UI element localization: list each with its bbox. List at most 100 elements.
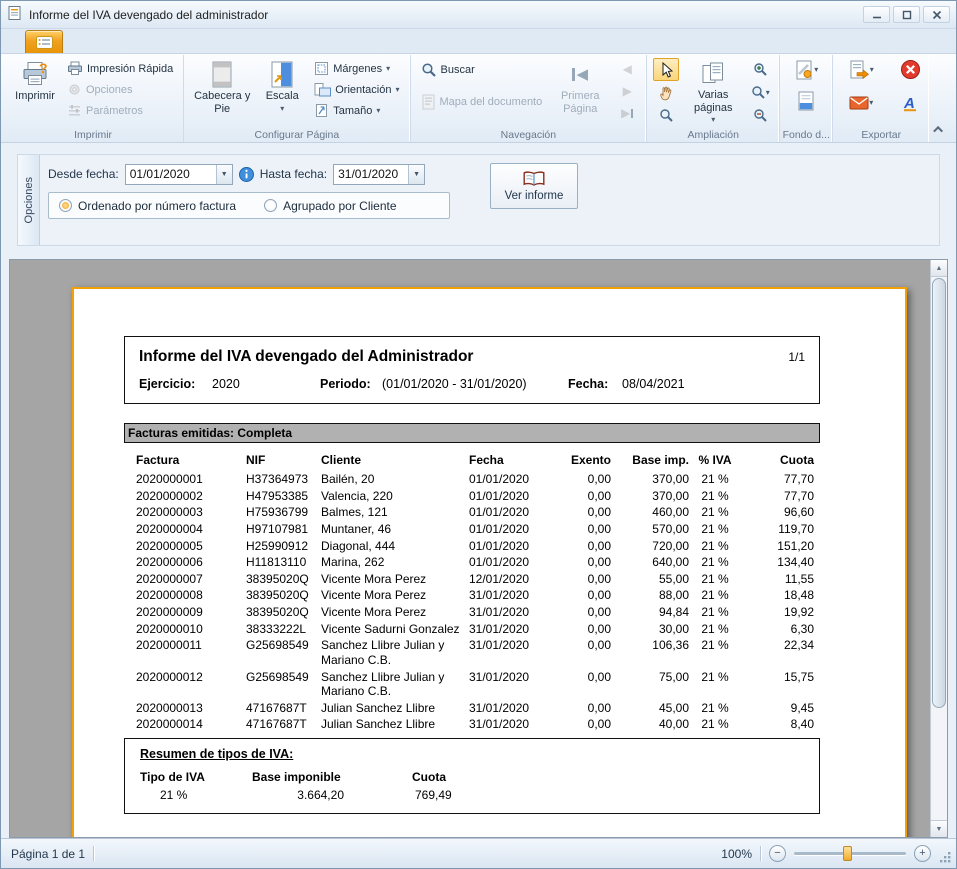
varias-paginas-button[interactable]: Varias páginas ▾ <box>681 58 745 124</box>
letter-a-icon: A <box>901 94 919 112</box>
mouse-pointer-icon <box>660 62 673 78</box>
periodo-value: (01/01/2020 - 31/01/2020) <box>382 377 568 391</box>
mano-button[interactable] <box>653 81 679 104</box>
puntero-button[interactable] <box>653 58 679 81</box>
scrollbar-thumb[interactable] <box>932 278 946 708</box>
escala-button[interactable]: Escala ▾ <box>256 58 308 113</box>
zoom-dropdown-button[interactable]: ▾ <box>747 81 773 104</box>
cabecera-y-pie-button[interactable]: Cabecera y Pie <box>190 58 254 115</box>
ribbon-tab-strip <box>1 29 956 54</box>
table-row: 2020000006H11813110Marina, 26201/01/2020… <box>134 554 816 571</box>
svg-text:?: ? <box>39 61 48 76</box>
group-label-ampliacion: Ampliación <box>647 129 779 141</box>
opciones-label: Opciones <box>86 84 132 96</box>
scroll-up-button[interactable]: ▲ <box>931 260 947 277</box>
pagina-anterior-button[interactable]: ◀ <box>614 58 640 80</box>
impresion-rapida-label: Impresión Rápida <box>87 63 173 75</box>
zoom-slider[interactable] <box>794 845 906 862</box>
summary-value-row: 21 % 3.664,20 769,49 <box>140 788 552 802</box>
title-bar: Informe del IVA devengado del administra… <box>1 1 956 29</box>
col-base-imp: Base imp. <box>613 452 691 471</box>
cabecera-y-pie-label: Cabecera y Pie <box>193 90 251 115</box>
primera-pagina-button[interactable]: ◀ Primera Página <box>548 58 612 115</box>
collapse-ribbon-button[interactable] <box>930 122 948 136</box>
mapa-documento-button[interactable]: Mapa del documento <box>417 90 547 114</box>
opciones-button[interactable]: Opciones <box>63 79 177 100</box>
chevron-down-icon: ▾ <box>386 65 390 73</box>
letter-a-button[interactable]: A <box>897 91 923 114</box>
scroll-down-button[interactable]: ▼ <box>931 820 947 837</box>
tamano-button[interactable]: Tamaño ▾ <box>310 100 403 121</box>
lupa-button[interactable] <box>653 104 679 127</box>
maximize-button[interactable] <box>893 6 920 23</box>
zoom-icon <box>751 85 766 100</box>
zoom-out-button[interactable]: − <box>769 845 786 862</box>
table-row: 2020000011G25698549Sanchez Llibre Julian… <box>134 637 816 668</box>
ejercicio-value: 2020 <box>212 377 320 391</box>
chevron-down-icon: ▾ <box>376 107 380 115</box>
impresion-rapida-button[interactable]: Impresión Rápida <box>63 58 177 79</box>
escala-label: Escala <box>266 90 299 103</box>
desde-fecha-dropdown-button[interactable]: ▼ <box>216 165 232 184</box>
color-fondo-button[interactable]: ▾ <box>786 58 826 81</box>
options-tab-label: Opciones <box>23 177 35 223</box>
hasta-fecha-dropdown-button[interactable]: ▼ <box>408 165 424 184</box>
margins-icon <box>314 61 329 76</box>
cerrar-vista-previa-button[interactable] <box>897 58 923 81</box>
invoices-table-body: 2020000001H37364973Bailén, 2001/01/20200… <box>134 471 816 733</box>
last-page-icon: ▶ <box>621 107 630 119</box>
parametros-button[interactable]: Parámetros <box>63 100 177 121</box>
marca-de-agua-button[interactable] <box>786 89 826 112</box>
pagina-siguiente-button[interactable]: ▶ <box>614 80 640 102</box>
previous-page-icon: ◀ <box>623 63 632 75</box>
margenes-button[interactable]: Márgenes ▾ <box>310 58 403 79</box>
minimize-button[interactable] <box>863 6 890 23</box>
ver-informe-button[interactable]: Ver informe <box>490 163 578 209</box>
radio-ordenado-por-factura[interactable] <box>59 199 72 212</box>
report-page-indicator: 1/1 <box>788 350 805 364</box>
preview-area[interactable]: Informe del IVA devengado del Administra… <box>9 259 948 838</box>
hasta-fecha-input[interactable] <box>334 165 408 184</box>
group-label-navegacion: Navegación <box>411 129 647 141</box>
exportar-documento-button[interactable]: ▾ <box>839 58 883 81</box>
ultima-pagina-button[interactable]: ▶ <box>614 102 640 124</box>
enviar-documento-button[interactable]: ▾ <box>839 91 883 114</box>
plus-icon: + <box>919 848 925 859</box>
imprimir-button[interactable]: ? Imprimir <box>9 58 61 103</box>
radio-agrupado-por-cliente[interactable] <box>264 199 277 212</box>
ribbon-group-fondo: ▾ Fondo d... <box>779 55 832 142</box>
maximize-icon <box>903 11 910 18</box>
buscar-button[interactable]: Buscar <box>417 58 547 82</box>
resize-grip[interactable] <box>939 851 952 867</box>
options-side-tab[interactable]: Opciones <box>18 155 40 245</box>
vertical-scrollbar[interactable]: ▲ ▼ <box>930 260 947 837</box>
watermark-icon <box>796 91 816 111</box>
zoom-slider-thumb[interactable] <box>843 846 852 861</box>
desde-fecha-input[interactable] <box>126 165 216 184</box>
alejar-button[interactable] <box>747 104 773 127</box>
options-panel: Opciones Desde fecha: ▼ Hasta fecha: <box>17 154 940 246</box>
file-menu-tab[interactable] <box>25 30 63 53</box>
summary-col-base: Base imponible <box>252 770 412 788</box>
invoices-table: Factura NIF Cliente Fecha Exento Base im… <box>134 452 816 733</box>
page-size-icon <box>314 103 329 118</box>
fecha-label: Fecha: <box>568 377 622 391</box>
acercar-button[interactable] <box>747 58 773 81</box>
margenes-label: Márgenes <box>333 63 382 75</box>
report-section-header: Facturas emitidas: Completa <box>124 423 820 443</box>
chevron-down-icon: ▾ <box>870 66 874 74</box>
radio-ordenado-label: Ordenado por número factura <box>78 199 236 213</box>
hasta-fecha-label: Hasta fecha: <box>260 167 327 181</box>
email-icon <box>849 96 869 110</box>
table-row: 2020000012G25698549Sanchez Llibre Julian… <box>134 669 816 700</box>
desde-fecha-combobox: ▼ <box>125 164 233 185</box>
book-icon <box>522 171 546 187</box>
orientacion-button[interactable]: Orientación ▾ <box>310 79 403 100</box>
table-header-row: Factura NIF Cliente Fecha Exento Base im… <box>134 452 816 471</box>
ribbon-group-navegacion: Buscar Mapa del documento ◀ Primera Pági… <box>410 55 647 142</box>
col-iva: % IVA <box>691 452 739 471</box>
zoom-in-button[interactable]: + <box>914 845 931 862</box>
close-button[interactable] <box>923 6 950 23</box>
order-radio-group: Ordenado por número factura Agrupado por… <box>48 192 450 219</box>
summary-title: Resumen de tipos de IVA: <box>140 747 819 761</box>
